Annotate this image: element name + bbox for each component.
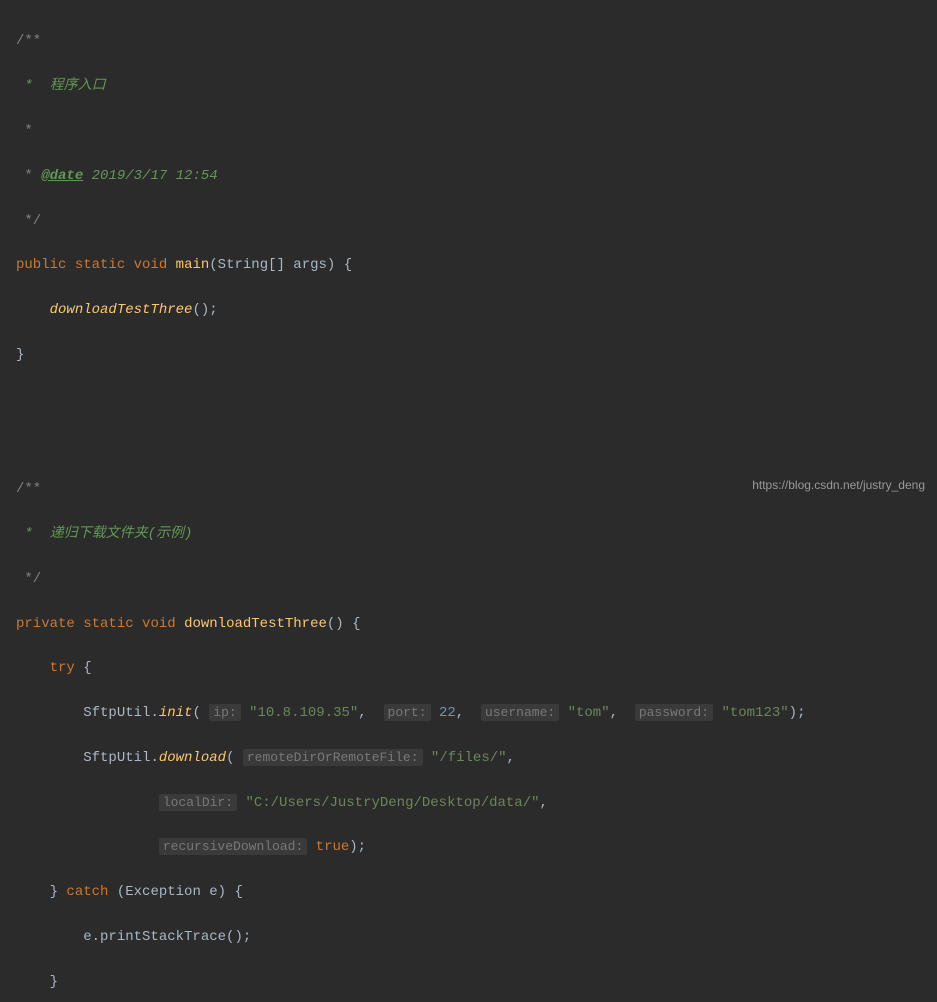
catch-params: (Exception e) {: [108, 884, 242, 900]
code-line: }: [16, 971, 921, 993]
comment-start: /**: [16, 33, 41, 49]
close-brace: }: [16, 347, 24, 363]
comment-end: */: [16, 213, 41, 229]
class-name: SftpUtil: [83, 750, 150, 766]
close-brace: }: [50, 974, 58, 990]
param-hint-ip: ip:: [209, 704, 240, 721]
keyword-static: static: [83, 616, 133, 632]
string-ip: "10.8.109.35": [249, 705, 358, 721]
code-line: localDir: "C:/Users/JustryDeng/Desktop/d…: [16, 792, 921, 814]
keyword-true: true: [316, 839, 350, 855]
param-hint-password: password:: [635, 704, 713, 721]
method-name: downloadTestThree: [184, 616, 327, 632]
punct: ();: [192, 302, 217, 318]
code-line: SftpUtil.download( remoteDirOrRemoteFile…: [16, 747, 921, 769]
method-call: downloadTestThree: [50, 302, 193, 318]
code-line: *: [16, 120, 921, 142]
keyword-private: private: [16, 616, 75, 632]
code-line: }: [16, 344, 921, 366]
code-editor[interactable]: /** * 程序入口 * * @date 2019/3/17 12:54 */ …: [16, 8, 921, 1002]
comment-text: *: [16, 123, 33, 139]
code-line: public static void main(String[] args) {: [16, 254, 921, 276]
param-hint-username: username:: [481, 704, 559, 721]
param-hint-localdir: localDir:: [159, 794, 237, 811]
code-line: try {: [16, 657, 921, 679]
string-password: "tom123": [721, 705, 788, 721]
code-line: SftpUtil.init( ip: "10.8.109.35", port: …: [16, 702, 921, 724]
comment-text: *: [16, 168, 41, 184]
keyword-void: void: [142, 616, 176, 632]
keyword-static: static: [75, 257, 125, 273]
method-download: download: [159, 750, 226, 766]
keyword-catch: catch: [66, 884, 108, 900]
code-line: recursiveDownload: true);: [16, 836, 921, 858]
param-hint-port: port:: [384, 704, 431, 721]
close-brace: }: [50, 884, 58, 900]
watermark-text: https://blog.csdn.net/justry_deng: [752, 476, 925, 495]
param-hint-remotedir: remoteDirOrRemoteFile:: [243, 749, 423, 766]
comment-text: * 程序入口: [16, 78, 106, 94]
string-localdir: "C:/Users/JustryDeng/Desktop/data/": [245, 795, 539, 811]
open-brace: {: [75, 660, 92, 676]
class-name: SftpUtil: [83, 705, 150, 721]
string-username: "tom": [568, 705, 610, 721]
code-line: } catch (Exception e) {: [16, 881, 921, 903]
code-line: e.printStackTrace();: [16, 926, 921, 948]
param-hint-recursive: recursiveDownload:: [159, 838, 307, 855]
comment-start: /**: [16, 481, 41, 497]
keyword-try: try: [50, 660, 75, 676]
code-line: * 递归下载文件夹(示例): [16, 523, 921, 545]
code-line: * @date 2019/3/17 12:54: [16, 165, 921, 187]
comment-date: 2019/3/17 12:54: [83, 168, 217, 184]
method-main: main: [176, 257, 210, 273]
doc-tag: @date: [41, 168, 83, 184]
code-line: */: [16, 210, 921, 232]
string-remotedir: "/files/": [431, 750, 507, 766]
code-line: [16, 389, 921, 411]
comment-text: * 递归下载文件夹(示例): [16, 526, 192, 542]
code-line: private static void downloadTestThree() …: [16, 613, 921, 635]
code-line: downloadTestThree();: [16, 299, 921, 321]
method-init: init: [159, 705, 193, 721]
code-line: * 程序入口: [16, 75, 921, 97]
method-params: (String[] args) {: [209, 257, 352, 273]
code-line: /**: [16, 30, 921, 52]
keyword-public: public: [16, 257, 66, 273]
comment-end: */: [16, 571, 41, 587]
code-line: */: [16, 568, 921, 590]
code-line: [16, 433, 921, 455]
keyword-void: void: [134, 257, 168, 273]
number-port: 22: [439, 705, 456, 721]
statement: e.printStackTrace();: [83, 929, 251, 945]
method-params: () {: [327, 616, 361, 632]
